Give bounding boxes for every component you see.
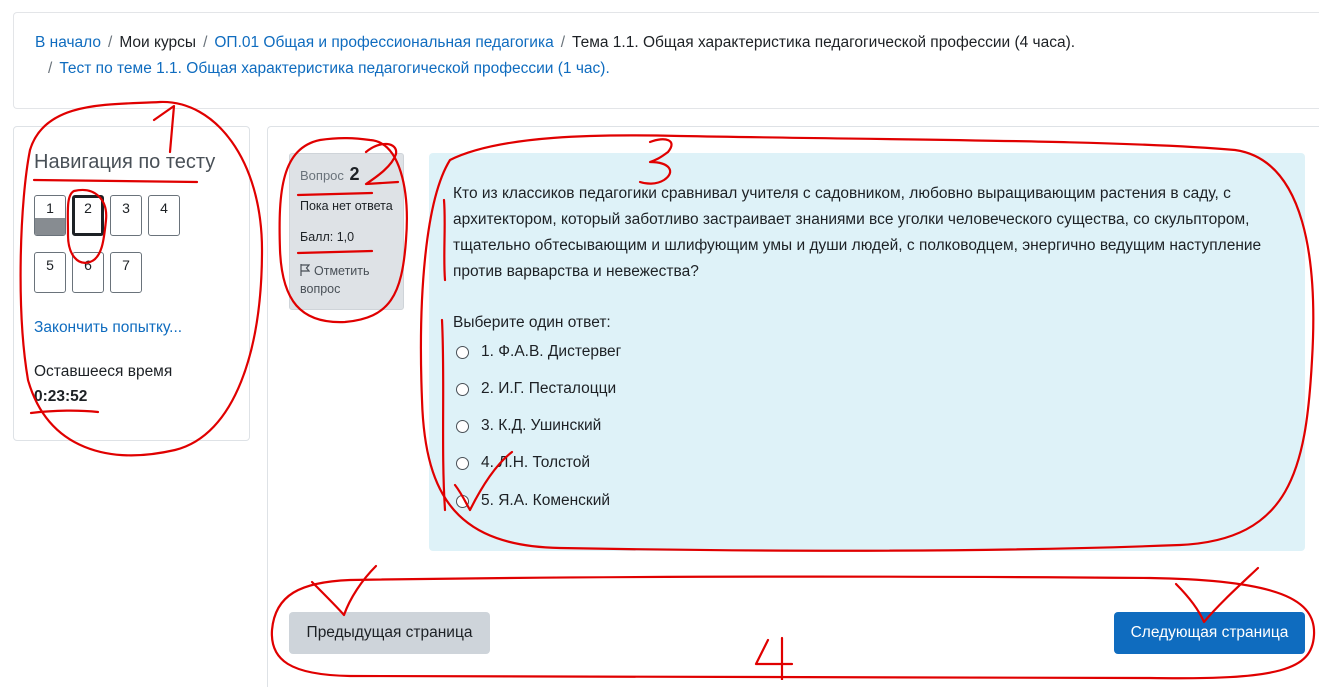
time-left-label: Оставшееся время [34, 363, 173, 380]
question-state: Пока нет ответа [300, 199, 393, 213]
answer-option-4[interactable]: 4. Л.Н. Толстой [456, 454, 590, 472]
quiz-nav-button-3[interactable]: 3 [110, 195, 142, 236]
answer-option-1[interactable]: 1. Ф.А.В. Дистервег [456, 343, 621, 361]
quiz-nav-number: 1 [46, 200, 54, 216]
quiz-nav-number: 6 [84, 257, 92, 273]
breadcrumb: В начало / Мои курсы / ОП.01 Общая и професс… [35, 30, 1305, 82]
flag-question-button[interactable]: Отметить вопрос [300, 262, 400, 298]
quiz-nav-button-4[interactable]: 4 [148, 195, 180, 236]
quiz-nav-button-7[interactable]: 7 [110, 252, 142, 293]
answer-prompt: Выберите один ответ: [453, 314, 611, 331]
quiz-nav-button-1[interactable]: 1 [34, 195, 66, 236]
quiz-nav-button-5[interactable]: 5 [34, 252, 66, 293]
time-left-value: 0:23:52 [34, 388, 88, 405]
radio-button[interactable] [456, 494, 469, 508]
radio-button[interactable] [456, 382, 469, 396]
breadcrumb-topic: Тема 1.1. Общая характеристика педагогич… [572, 34, 1076, 51]
quiz-nav-number: 4 [160, 200, 168, 216]
finish-attempt-link[interactable]: Закончить попытку... [34, 319, 182, 337]
question-content: Кто из классиков педагогики сравнивал уч… [429, 153, 1305, 551]
answer-option-3[interactable]: 3. К.Д. Ушинский [456, 417, 601, 435]
radio-button[interactable] [456, 456, 469, 470]
radio-button[interactable] [456, 419, 469, 433]
breadcrumb-separator: / [48, 60, 53, 77]
flag-question-label: Отметить вопрос [300, 264, 370, 296]
flag-icon [300, 264, 311, 276]
breadcrumb-course[interactable]: ОП.01 Общая и профессиональная педагогик… [214, 34, 553, 51]
quiz-nav-button-2[interactable]: 2 [72, 195, 104, 236]
quiz-nav-number: 7 [122, 257, 130, 273]
breadcrumb-separator: / [108, 34, 113, 51]
previous-page-button[interactable]: Предыдущая страница [289, 612, 490, 654]
quiz-nav-number: 3 [122, 200, 130, 216]
answer-label: 3. К.Д. Ушинский [481, 417, 602, 434]
breadcrumb-home[interactable]: В начало [35, 34, 101, 51]
breadcrumb-separator: / [560, 34, 565, 51]
breadcrumb-line-2: / Тест по теме 1.1. Общая характеристика … [35, 56, 1305, 82]
question-info: Вопрос 2 Пока нет ответа Балл: 1,0 Отмет… [289, 153, 404, 310]
question-number-value: 2 [349, 164, 360, 184]
breadcrumb-separator: / [203, 34, 208, 51]
radio-button[interactable] [456, 345, 469, 359]
breadcrumb-my-courses: Мои курсы [119, 34, 197, 51]
quiz-nav-number: 2 [84, 200, 92, 216]
answer-option-2[interactable]: 2. И.Г. Песталоцци [456, 380, 616, 398]
question-label: Вопрос [300, 168, 344, 183]
answer-label: 4. Л.Н. Толстой [481, 454, 591, 471]
breadcrumb-quiz[interactable]: Тест по теме 1.1. Общая характеристика п… [59, 60, 609, 77]
quiz-navigation-block: Навигация по тесту 1 2 3 4 5 6 7 Закончи… [13, 126, 250, 441]
answer-label: 1. Ф.А.В. Дистервег [481, 343, 622, 360]
breadcrumb-line-1: В начало / Мои курсы / ОП.01 Общая и професс… [35, 30, 1305, 56]
next-page-button[interactable]: Следующая страница [1114, 612, 1305, 654]
question-number: Вопрос 2 [300, 164, 360, 185]
answer-option-5[interactable]: 5. Я.А. Коменский [456, 492, 610, 510]
quiz-nav-button-6[interactable]: 6 [72, 252, 104, 293]
answer-label: 5. Я.А. Коменский [481, 492, 611, 509]
answer-label: 2. И.Г. Песталоцци [481, 380, 617, 397]
question-grade: Балл: 1,0 [300, 230, 355, 244]
quiz-navigation-title: Навигация по тесту [34, 151, 216, 173]
question-text: Кто из классиков педагогики сравнивал уч… [453, 185, 1262, 280]
quiz-nav-number: 5 [46, 257, 54, 273]
